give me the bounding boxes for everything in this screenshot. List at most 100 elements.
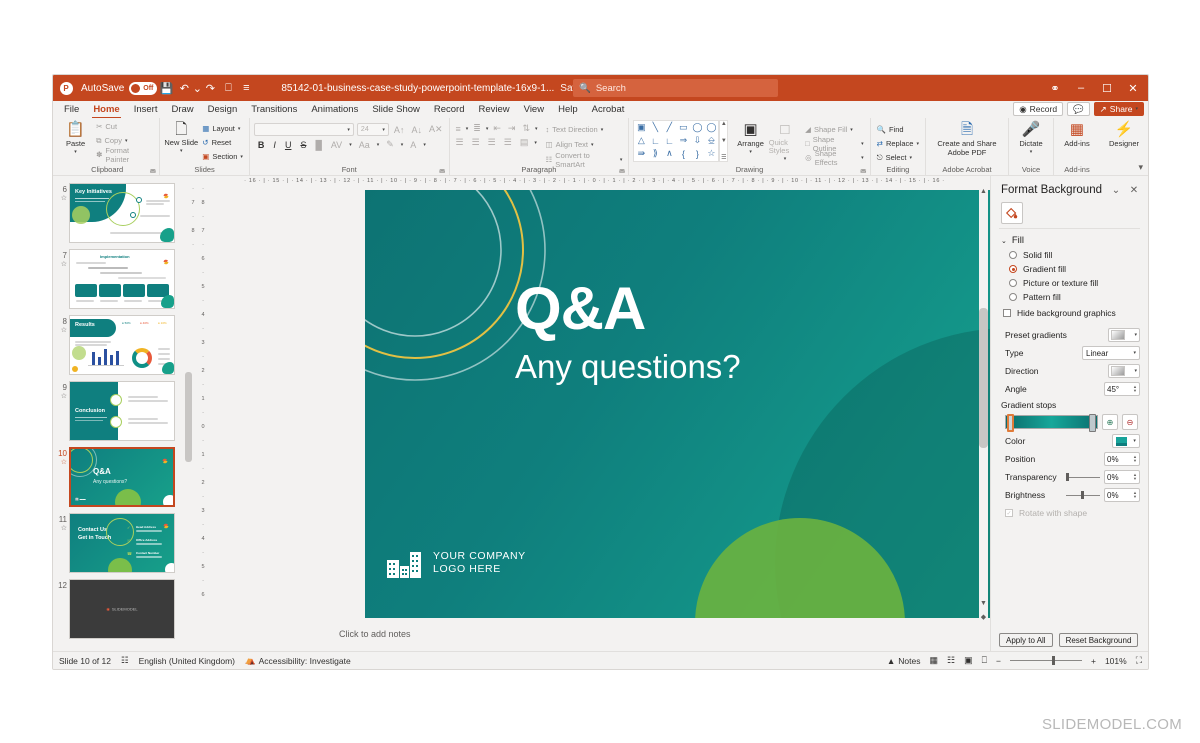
search-box[interactable]: 🔍 Search xyxy=(573,79,778,97)
transparency-spinner[interactable]: 0% ▲ ▼ xyxy=(1104,470,1140,484)
clipboard-dialog-launcher[interactable]: ◛ xyxy=(149,164,156,175)
save-icon[interactable]: 💾 xyxy=(157,79,175,97)
line-spacing-icon[interactable]: ⇅ xyxy=(520,123,532,134)
add-ins-button[interactable]: ▦ Add-ins xyxy=(1060,120,1094,149)
cut-button[interactable]: ✂ Cut xyxy=(94,120,155,133)
radio-picture-texture-fill[interactable]: Picture or texture fill xyxy=(991,276,1148,290)
align-left-icon[interactable]: ☰ xyxy=(454,137,466,148)
align-center-icon[interactable]: ☰ xyxy=(470,137,482,148)
list-item[interactable]: 9 ☆ Conclusion xyxy=(53,378,193,444)
gradient-stop-2[interactable] xyxy=(1089,414,1096,432)
thumbnail-slide-9[interactable]: Conclusion xyxy=(69,381,175,441)
font-color-icon[interactable]: A xyxy=(408,140,418,150)
brightness-slider[interactable] xyxy=(1066,490,1100,500)
designer-button[interactable]: ⚡ Designer xyxy=(1104,120,1144,149)
slide-subtitle[interactable]: Any questions? xyxy=(515,348,741,386)
redo-icon[interactable]: ↷ xyxy=(201,79,219,97)
radio-pattern-fill[interactable]: Pattern fill xyxy=(991,290,1148,304)
location-icon[interactable]: ⚭ xyxy=(1042,75,1068,101)
tab-home[interactable]: Home xyxy=(86,101,126,118)
position-row[interactable]: Position 0% ▲ ▼ xyxy=(991,450,1148,468)
list-item[interactable]: 7 ☆ Implementation xyxy=(53,246,193,312)
decrease-font-size-icon[interactable]: A↓ xyxy=(409,125,424,135)
transparency-row[interactable]: Transparency 0% ▲ ▼ xyxy=(991,468,1148,486)
clear-formatting-icon[interactable]: A✕ xyxy=(427,124,445,135)
gradient-type-row[interactable]: Type Linear ▾ xyxy=(991,344,1148,362)
slide-sorter-icon[interactable]: ☷ xyxy=(947,655,955,666)
tab-design[interactable]: Design xyxy=(201,101,245,118)
normal-view-icon[interactable]: ▦ xyxy=(929,655,938,666)
close-icon[interactable]: ✕ xyxy=(1128,185,1140,196)
format-painter-button[interactable]: ✽ Format Painter xyxy=(94,146,155,164)
align-text-button[interactable]: ◫ Align Text ▾ xyxy=(544,138,625,151)
angle-row[interactable]: Angle 45° ▲ ▼ xyxy=(991,380,1148,398)
quick-styles-button[interactable]: □ Quick Styles ▾ xyxy=(769,120,801,163)
replace-button[interactable]: ⇄ Replace ▾ xyxy=(875,137,921,150)
zoom-slider[interactable] xyxy=(1009,656,1082,666)
more-commands-icon[interactable]: ≡ xyxy=(237,79,255,97)
justify-icon[interactable]: ☰ xyxy=(502,137,514,148)
fill-tab-button[interactable] xyxy=(1001,202,1023,224)
type-select[interactable]: Linear ▾ xyxy=(1082,346,1140,360)
new-slide-button[interactable]: 🗋 New Slide ▾ xyxy=(164,120,198,155)
section-button[interactable]: ▣ Section ▾ xyxy=(200,150,245,163)
direction-dropdown[interactable]: ▾ xyxy=(1108,364,1140,378)
direction-row[interactable]: Direction ▾ xyxy=(991,362,1148,380)
list-item[interactable]: 11 ☆ Contact Us Get in Touch Head Address… xyxy=(53,510,193,576)
company-logo-placeholder[interactable]: YOUR COMPANY LOGO HERE xyxy=(387,548,526,578)
find-button[interactable]: 🔍 Find xyxy=(875,123,921,136)
thumbnail-slide-12[interactable]: ◉ SLIDEMODEL xyxy=(69,579,175,639)
reading-view-icon[interactable]: ▣ xyxy=(964,655,973,666)
radio-gradient-fill[interactable]: Gradient fill xyxy=(991,262,1148,276)
language-indicator[interactable]: English (United Kingdom) xyxy=(139,656,235,666)
tab-review[interactable]: Review xyxy=(472,101,517,118)
remove-gradient-stop-button[interactable]: ⊖ xyxy=(1122,414,1138,430)
arrange-button[interactable]: ▣ Arrange ▾ xyxy=(734,120,766,156)
restore-button[interactable]: ☐ xyxy=(1094,75,1120,101)
brightness-spinner[interactable]: 0% ▲ ▼ xyxy=(1104,488,1140,502)
paste-button[interactable]: 📋 Paste ▾ xyxy=(59,120,92,156)
increase-indent-icon[interactable]: ⇥ xyxy=(506,123,518,134)
font-name-input[interactable]: ▾ xyxy=(253,123,354,136)
thumbnail-slide-7[interactable]: Implementation xyxy=(69,249,175,309)
minimize-button[interactable]: – xyxy=(1068,75,1094,101)
tab-record[interactable]: Record xyxy=(427,101,472,118)
increase-font-size-icon[interactable]: A↑ xyxy=(392,125,407,135)
radio-solid-fill[interactable]: Solid fill xyxy=(991,248,1148,262)
fill-section-header[interactable]: ⌄ Fill xyxy=(991,233,1148,248)
list-item[interactable]: 8 ☆ Results ● 50% ● 40% ● 10% xyxy=(53,312,193,378)
autosave-toggle[interactable]: Off xyxy=(129,81,158,95)
numbering-icon[interactable]: ≣ xyxy=(471,123,483,134)
slideshow-icon[interactable]: ⎕ xyxy=(982,655,987,666)
add-gradient-stop-button[interactable]: ⊕ xyxy=(1102,414,1118,430)
align-right-icon[interactable]: ☰ xyxy=(486,137,498,148)
tab-transitions[interactable]: Transitions xyxy=(244,101,304,118)
slide-notes-indicator-icon[interactable]: ☷ xyxy=(121,655,129,666)
undo-icon[interactable]: ↶ xyxy=(175,79,193,97)
close-button[interactable]: ✕ xyxy=(1120,75,1146,101)
position-spinner[interactable]: 0% ▲ ▼ xyxy=(1104,452,1140,466)
text-direction-button[interactable]: ↕ Text Direction ▾ xyxy=(544,123,625,136)
zoom-out-button[interactable]: − xyxy=(996,656,1001,666)
tab-help[interactable]: Help xyxy=(551,101,585,118)
change-case-icon[interactable]: Aa xyxy=(357,140,372,150)
shapes-gallery[interactable]: ▣ ╲ ╱ ▭ ◯ ◯ △ ∟ ∟ ⇒ ⇩ ⎒ ⇛ ⟫ ∧{} ☆ xyxy=(633,120,720,162)
document-title[interactable]: 85142-01-business-case-study-powerpoint-… xyxy=(281,83,554,94)
color-picker-button[interactable]: ▾ xyxy=(1112,434,1140,448)
list-item[interactable]: 12 ◉ SLIDEMODEL xyxy=(53,576,193,642)
text-shadow-icon[interactable]: █ xyxy=(313,140,323,150)
comments-button[interactable]: 💬 xyxy=(1067,102,1090,116)
color-row[interactable]: Color ▾ xyxy=(991,432,1148,450)
columns-icon[interactable]: ▤ xyxy=(518,137,531,148)
paragraph-dialog-launcher[interactable]: ◛ xyxy=(619,164,626,175)
brightness-row[interactable]: Brightness 0% ▲ ▼ xyxy=(991,486,1148,504)
slide-thumbnail-pane[interactable]: 6 ☆ Key Initiatives 7 ☆ Implementation 8… xyxy=(53,176,193,651)
gradient-stops-row[interactable]: ⊕ ⊖ xyxy=(991,412,1148,432)
autosave-control[interactable]: AutoSave Off xyxy=(81,81,158,95)
strikethrough-button[interactable]: S xyxy=(298,140,308,150)
font-dialog-launcher[interactable]: ◛ xyxy=(439,164,446,175)
layout-button[interactable]: ▦ Layout ▾ xyxy=(200,122,245,135)
underline-button[interactable]: U xyxy=(283,140,294,150)
dictate-button[interactable]: 🎤 Dictate ▾ xyxy=(1014,120,1048,156)
tab-animations[interactable]: Animations xyxy=(304,101,365,118)
